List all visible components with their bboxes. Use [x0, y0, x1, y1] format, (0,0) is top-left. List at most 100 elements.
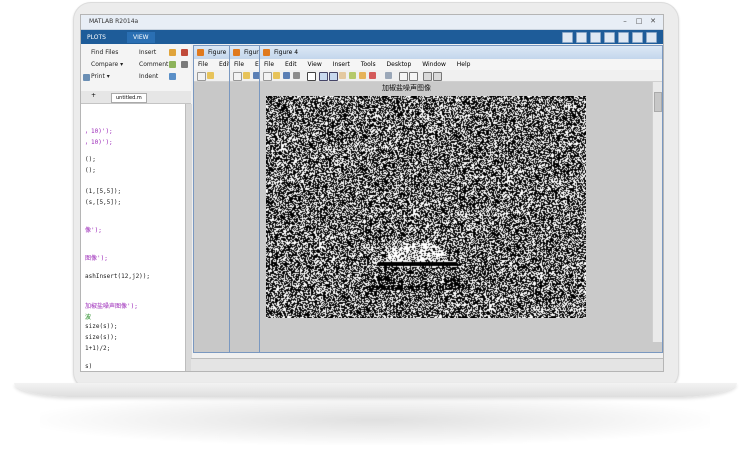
comment-icon [169, 61, 176, 68]
new-figure-icon[interactable] [233, 72, 242, 81]
code-text: (s,[5,5]); [85, 199, 122, 206]
minimize-button[interactable]: – [621, 17, 629, 25]
code-text: 加椒盐噪声图像'); [85, 303, 138, 310]
link-icon[interactable] [385, 72, 392, 79]
ribbon-tab-strip: PLOTS VIEW [81, 30, 663, 44]
new-figure-icon[interactable] [197, 72, 206, 81]
matlab-figure-icon [233, 49, 240, 56]
code-editor[interactable]: ，10)'); ，10)'); (); (); (1,[5,5]); (s,[5… [81, 104, 185, 371]
undo-icon[interactable] [618, 32, 629, 43]
redo-icon[interactable] [632, 32, 643, 43]
scrollbar-thumb[interactable] [654, 92, 662, 112]
menu-tools[interactable]: Tools [361, 61, 376, 68]
code-line: (); [85, 167, 96, 174]
code-text: 图像'); [85, 255, 108, 262]
window-controls: – □ ✕ [621, 17, 657, 25]
code-text: (1,[5,5]); [85, 188, 122, 195]
code-line: size(s)); [85, 334, 118, 341]
zoom-in-icon[interactable] [319, 72, 328, 81]
code-text: (); [85, 156, 96, 163]
code-line: 波 [85, 312, 91, 321]
laptop-base [14, 383, 737, 397]
show-tools-icon[interactable] [433, 72, 442, 81]
print-icon [83, 74, 90, 81]
menu-view[interactable]: View [308, 61, 322, 68]
code-text: ashInsert(12,j2)); [85, 273, 151, 280]
open-icon[interactable] [243, 72, 250, 79]
hide-tools-icon[interactable] [423, 72, 432, 81]
zoom-out-icon[interactable] [329, 72, 338, 81]
indent-button[interactable]: Indent [139, 73, 158, 80]
legend-icon[interactable] [409, 72, 418, 81]
code-line: 加椒盐噪声图像'); [85, 301, 138, 310]
help-icon[interactable] [646, 32, 657, 43]
brush-icon[interactable] [369, 72, 376, 79]
paste-icon[interactable] [604, 32, 615, 43]
menu-file[interactable]: File [198, 61, 208, 68]
edit-plot-icon[interactable] [307, 72, 316, 81]
copy-icon[interactable] [590, 32, 601, 43]
compare-button[interactable]: Compare ▾ [91, 61, 123, 68]
data-cursor-icon[interactable] [359, 72, 366, 79]
menu-window[interactable]: Window [422, 61, 446, 68]
code-line: ，10)'); [85, 137, 113, 146]
menu-help[interactable]: Help [457, 61, 471, 68]
panel-splitter[interactable] [185, 104, 192, 371]
code-line: s) [85, 363, 92, 370]
editor-tab-strip: + untitled.m [81, 91, 191, 104]
code-line: (); [85, 156, 96, 163]
code-text: s) [85, 363, 93, 370]
code-line: (s,[5,5]); [85, 199, 121, 206]
code-text: (); [85, 167, 96, 174]
cut-icon[interactable] [576, 32, 587, 43]
figure-title: Figure [208, 49, 227, 56]
code-line: 图像'); [85, 253, 108, 262]
tab-nav-icon[interactable]: + [91, 92, 96, 99]
menu-desktop[interactable]: Desktop [387, 61, 412, 68]
matlab-figure-icon [263, 49, 270, 56]
rotate-icon[interactable] [349, 72, 356, 79]
tab-view[interactable]: VIEW [127, 32, 155, 43]
pan-icon[interactable] [339, 72, 346, 79]
figure-titlebar[interactable]: Figure 4 [260, 46, 662, 59]
matlab-titlebar: MATLAB R2014a – □ ✕ [81, 15, 663, 30]
open-icon[interactable] [273, 72, 280, 79]
code-line: 1+1)/2; [85, 345, 110, 352]
print-button[interactable]: Print ▾ [91, 73, 110, 80]
status-bar [191, 358, 663, 371]
close-button[interactable]: ✕ [649, 17, 657, 25]
tab-plots[interactable]: PLOTS [81, 32, 112, 43]
figure-window-front[interactable]: Figure 4 File Edit View Insert Tools Des… [259, 45, 663, 353]
indent-icon [169, 73, 176, 80]
code-text: size(s)); [85, 323, 118, 330]
code-line: ，10)'); [85, 126, 113, 135]
quick-access-toolbar [562, 32, 657, 43]
maximize-button[interactable]: □ [635, 17, 643, 25]
menu-edit[interactable]: Edit [285, 61, 297, 68]
figure-toolbar [260, 70, 662, 82]
open-icon[interactable] [207, 72, 214, 79]
breakpoint-icon [181, 61, 188, 68]
device-shadow [40, 395, 710, 445]
figure-menubar: File Edit View Insert Tools Desktop Wind… [260, 59, 662, 70]
comment-button[interactable]: Comment [139, 61, 168, 68]
find-files-button[interactable]: Find Files [91, 49, 118, 56]
noisy-image [266, 96, 586, 318]
insert-button[interactable]: Insert [139, 49, 156, 56]
screen: MATLAB R2014a – □ ✕ PLOTS VIEW Find File… [80, 14, 664, 372]
code-text: size(s)); [85, 334, 118, 341]
editor-file-tab[interactable]: untitled.m [111, 93, 147, 103]
insert-icon [169, 49, 176, 56]
save-icon[interactable] [283, 72, 290, 79]
colorbar-icon[interactable] [399, 72, 408, 81]
menu-file[interactable]: File [264, 61, 274, 68]
menu-file[interactable]: File [234, 61, 244, 68]
menu-insert[interactable]: Insert [333, 61, 350, 68]
plot-title: 加椒盐噪声图像 [382, 84, 431, 92]
vertical-scrollbar[interactable] [652, 82, 662, 342]
print-icon[interactable] [293, 72, 300, 79]
code-text: ，10)'); [85, 139, 113, 146]
figure-title: Figure 4 [274, 49, 299, 56]
new-figure-icon[interactable] [263, 72, 272, 81]
save-icon[interactable] [562, 32, 573, 43]
